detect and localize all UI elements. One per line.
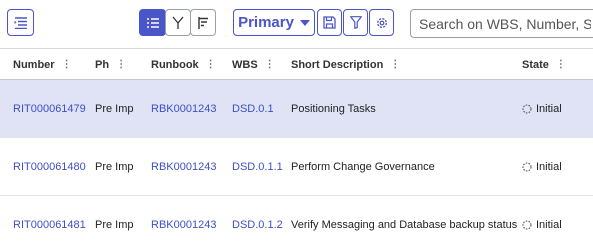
- column-header-runbook[interactable]: Runbook ⋮: [151, 49, 216, 80]
- short-description-cell: Verify Messaging and Database backup sta…: [291, 219, 518, 231]
- gantt-icon: [197, 16, 208, 29]
- short-description-cell: Positioning Tasks: [291, 103, 376, 115]
- runbook-link[interactable]: RBK0001243: [151, 80, 216, 138]
- dashed-circle-icon: [522, 162, 532, 172]
- number-link[interactable]: RIT000061479: [13, 80, 86, 138]
- column-header-label: State: [522, 58, 549, 71]
- kebab-icon[interactable]: ⋮: [390, 59, 400, 70]
- state-cell: Initial: [522, 80, 562, 138]
- column-header-number[interactable]: Number ⋮: [13, 49, 72, 80]
- kebab-icon[interactable]: ⋮: [62, 59, 72, 70]
- table-row[interactable]: RIT000061479 Pre Imp RBK0001243 DSD.0.1 …: [0, 80, 593, 138]
- table-row[interactable]: RIT000061480 Pre Imp RBK0001243 DSD.0.1.…: [0, 138, 593, 196]
- wbs-link[interactable]: DSD.0.1: [232, 80, 274, 138]
- chevron-down-icon: [299, 19, 310, 26]
- gantt-view-button[interactable]: [190, 9, 216, 36]
- list-icon: [146, 17, 159, 28]
- wbs-link[interactable]: DSD.0.1.1: [232, 138, 283, 196]
- column-header-wbs[interactable]: WBS ⋮: [232, 49, 275, 80]
- state-label: Initial: [536, 103, 562, 115]
- runbook-link[interactable]: RBK0001243: [151, 138, 216, 196]
- column-header-ph[interactable]: Ph ⋮: [95, 49, 126, 80]
- number-link[interactable]: RIT000061481: [13, 196, 86, 250]
- column-header-state[interactable]: State ⋮: [522, 49, 566, 80]
- state-label: Initial: [536, 161, 562, 173]
- kebab-icon[interactable]: ⋮: [265, 59, 275, 70]
- phase-cell: Pre Imp: [95, 219, 134, 231]
- list-indent-icon: [14, 16, 27, 29]
- table-row[interactable]: RIT000061481 Pre Imp RBK0001243 DSD.0.1.…: [0, 196, 593, 250]
- save-button[interactable]: [317, 9, 342, 36]
- column-header-label: Ph: [95, 58, 110, 71]
- filter-button[interactable]: [343, 9, 368, 36]
- state-cell: Initial: [522, 138, 562, 196]
- view-select-label: Primary: [238, 14, 294, 31]
- column-header-label: Short Description: [291, 58, 384, 71]
- toolbar: Primary: [0, 0, 593, 48]
- filter-icon: [349, 16, 362, 29]
- runbook-link[interactable]: RBK0001243: [151, 196, 216, 250]
- view-select-button[interactable]: Primary: [233, 9, 315, 36]
- kebab-icon[interactable]: ⋮: [206, 59, 216, 70]
- state-label: Initial: [536, 219, 562, 231]
- kebab-icon[interactable]: ⋮: [116, 59, 126, 70]
- kebab-icon[interactable]: ⋮: [556, 59, 566, 70]
- phase-cell: Pre Imp: [95, 103, 134, 115]
- dashed-circle-icon: [522, 104, 532, 114]
- state-cell: Initial: [522, 196, 562, 250]
- floppy-icon: [323, 16, 336, 29]
- dashed-circle-icon: [522, 220, 532, 230]
- wbs-link[interactable]: DSD.0.1.2: [232, 196, 283, 250]
- gear-icon: [376, 17, 387, 28]
- phase-cell: Pre Imp: [95, 161, 134, 173]
- column-header-label: WBS: [232, 58, 258, 71]
- fork-icon: [172, 16, 184, 29]
- column-header-label: Runbook: [151, 58, 199, 71]
- column-header-label: Number: [13, 58, 55, 71]
- search-input[interactable]: [410, 9, 593, 38]
- toggle-sidebar-button[interactable]: [7, 9, 34, 36]
- column-header-short-description[interactable]: Short Description ⋮: [291, 49, 400, 80]
- list-view-button[interactable]: [139, 9, 166, 36]
- settings-button[interactable]: [369, 9, 394, 36]
- number-link[interactable]: RIT000061480: [13, 138, 86, 196]
- tree-view-button[interactable]: [165, 9, 191, 36]
- short-description-cell: Perform Change Governance: [291, 161, 435, 173]
- table-header: Number ⋮ Ph ⋮ Runbook ⋮ WBS ⋮ Short Desc…: [0, 48, 593, 80]
